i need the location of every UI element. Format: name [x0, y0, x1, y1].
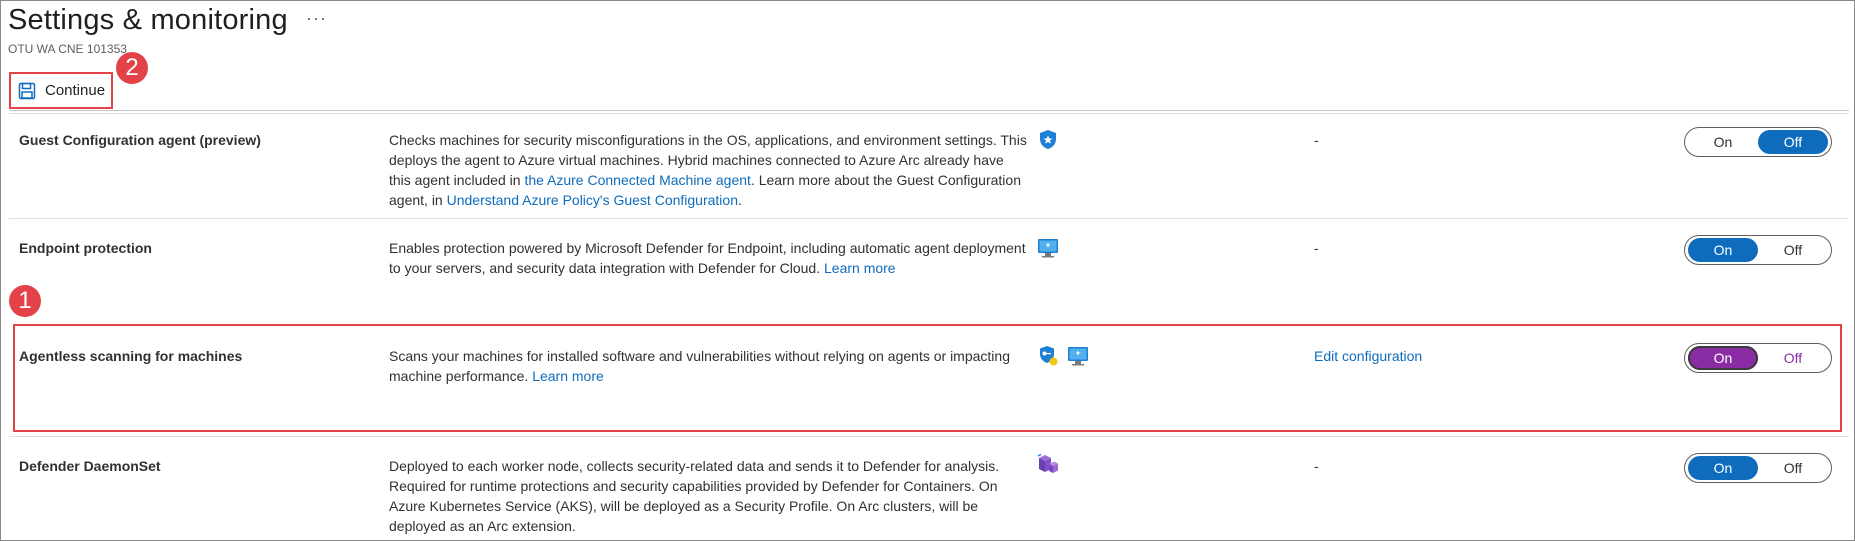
row-description: Scans your machines for installed softwa…	[389, 346, 1029, 386]
monitor-icon	[1038, 239, 1058, 258]
row-icons	[1036, 128, 1060, 152]
on-off-toggle[interactable]: On Off	[1684, 235, 1832, 265]
edit-configuration-link[interactable]: Edit configuration	[1314, 348, 1422, 364]
row-icons	[1036, 344, 1090, 368]
monitor-icon	[1068, 347, 1088, 366]
row-divider	[9, 218, 1849, 219]
page-subtitle: OTU WA CNE 101353	[8, 42, 127, 56]
toggle-off-option[interactable]: Off	[1758, 130, 1828, 154]
toggle-on-option[interactable]: On	[1688, 346, 1758, 370]
row-description: Deployed to each worker node, collects s…	[389, 456, 1029, 536]
container-cubes-icon	[1037, 453, 1058, 473]
row-description-text: Deployed to each worker node, collects s…	[389, 458, 1000, 534]
azure-connected-machine-agent-link[interactable]: the Azure Connected Machine agent	[524, 172, 751, 188]
callout-badge-1: 1	[9, 285, 41, 317]
header-divider	[9, 110, 1849, 111]
toggle-off-option[interactable]: Off	[1758, 456, 1828, 480]
row-description-text: .	[738, 192, 742, 208]
row-description-text: Scans your machines for installed softwa…	[389, 348, 1010, 384]
row-configuration: -	[1314, 240, 1319, 256]
row-icons	[1036, 452, 1060, 476]
save-icon	[18, 82, 36, 99]
row-description: Checks machines for security misconfigur…	[389, 130, 1029, 210]
row-divider	[9, 436, 1849, 437]
on-off-toggle[interactable]: On Off	[1684, 453, 1832, 483]
toggle-off-option[interactable]: Off	[1758, 346, 1828, 370]
row-icons	[1036, 236, 1060, 260]
on-off-toggle[interactable]: On Off	[1684, 127, 1832, 157]
row-description: Enables protection powered by Microsoft …	[389, 238, 1029, 278]
toggle-on-option[interactable]: On	[1688, 130, 1758, 154]
page-title: Settings & monitoring	[8, 4, 288, 36]
continue-button-label: Continue	[45, 82, 106, 99]
row-name: Agentless scanning for machines	[19, 348, 243, 364]
on-off-toggle[interactable]: On Off	[1684, 343, 1832, 373]
row-name: Endpoint protection	[19, 240, 152, 256]
toggle-on-option[interactable]: On	[1688, 238, 1758, 262]
header-divider-secondary	[9, 113, 1849, 114]
guest-configuration-link[interactable]: Understand Azure Policy's Guest Configur…	[447, 192, 738, 208]
shield-star-icon	[1040, 130, 1056, 149]
learn-more-link[interactable]: Learn more	[532, 368, 604, 384]
row-configuration: -	[1314, 132, 1319, 148]
row-name: Defender DaemonSet	[19, 458, 161, 474]
continue-button[interactable]: Continue	[9, 72, 113, 109]
row-description-text: Enables protection powered by Microsoft …	[389, 240, 1026, 276]
learn-more-link[interactable]: Learn more	[824, 260, 896, 276]
toggle-off-option[interactable]: Off	[1758, 238, 1828, 262]
shield-key-icon	[1040, 346, 1058, 366]
row-configuration: -	[1314, 458, 1319, 474]
toggle-on-option[interactable]: On	[1688, 456, 1758, 480]
more-options-icon[interactable]: ···	[306, 8, 327, 29]
callout-badge-2: 2	[116, 52, 148, 84]
row-name: Guest Configuration agent (preview)	[19, 132, 261, 148]
